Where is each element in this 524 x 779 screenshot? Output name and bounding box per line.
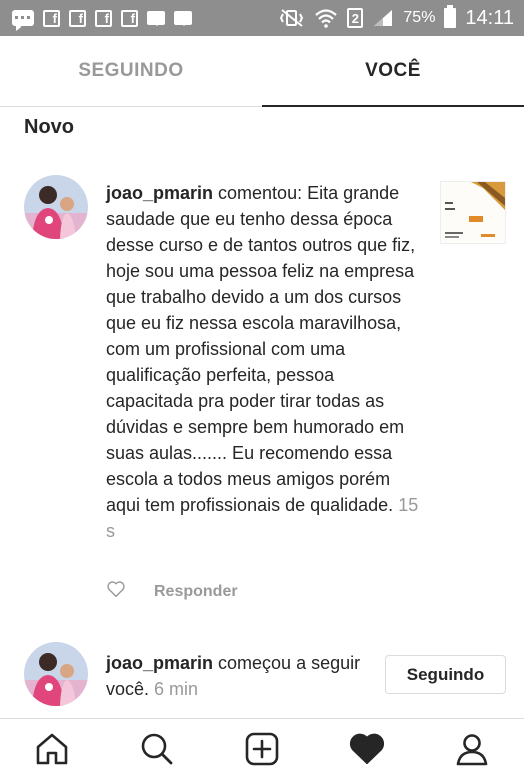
message-icon [174, 11, 192, 26]
bottom-navigation [0, 718, 524, 779]
signal-icon [372, 8, 394, 28]
timestamp: 6 min [149, 679, 199, 699]
search-icon[interactable] [127, 724, 187, 774]
battery-icon [444, 5, 457, 28]
mute-vibrate-icon [279, 8, 305, 28]
section-title-new: Novo [24, 116, 74, 138]
new-post-icon[interactable] [232, 724, 292, 774]
battery-percent: 75% [403, 9, 436, 26]
facebook-icon: f [69, 9, 86, 27]
status-system-icons: 2 75% 14:11 [279, 5, 514, 30]
following-button[interactable]: Seguindo [385, 655, 506, 694]
tab-you[interactable]: VOCÊ [262, 36, 524, 107]
comment-actions: Responder [106, 580, 238, 603]
post-thumbnail[interactable] [440, 181, 506, 244]
profile-icon[interactable] [442, 724, 502, 774]
avatar[interactable] [24, 175, 88, 239]
facebook-icon: f [95, 9, 112, 27]
username[interactable]: joao_pmarin [106, 183, 213, 203]
avatar[interactable] [24, 642, 88, 706]
chat-icon [12, 10, 34, 31]
follow-notification-text: joao_pmarin começou a seguir você. 6 min [106, 650, 376, 702]
sim-icon: 2 [347, 8, 364, 28]
tab-following[interactable]: SEGUINDO [0, 36, 262, 106]
status-notification-icons: f f f f [12, 9, 192, 31]
activity-tabs: SEGUINDO VOCÊ [0, 36, 524, 107]
reply-button[interactable]: Responder [154, 583, 238, 601]
comment-body: comentou: Eita grande saudade que eu ten… [106, 183, 416, 515]
facebook-icon: f [43, 9, 60, 27]
home-icon[interactable] [22, 724, 82, 774]
like-heart-icon[interactable] [106, 580, 126, 603]
username[interactable]: joao_pmarin [106, 653, 213, 673]
clock: 14:11 [465, 6, 514, 29]
message-icon [147, 11, 165, 26]
facebook-icon: f [121, 9, 138, 27]
comment-notification-text: joao_pmarin comentou: Eita grande saudad… [106, 180, 424, 544]
activity-heart-icon[interactable] [337, 724, 397, 774]
wifi-icon [314, 8, 338, 28]
status-bar: f f f f 2 75% 14:11 [0, 0, 524, 36]
